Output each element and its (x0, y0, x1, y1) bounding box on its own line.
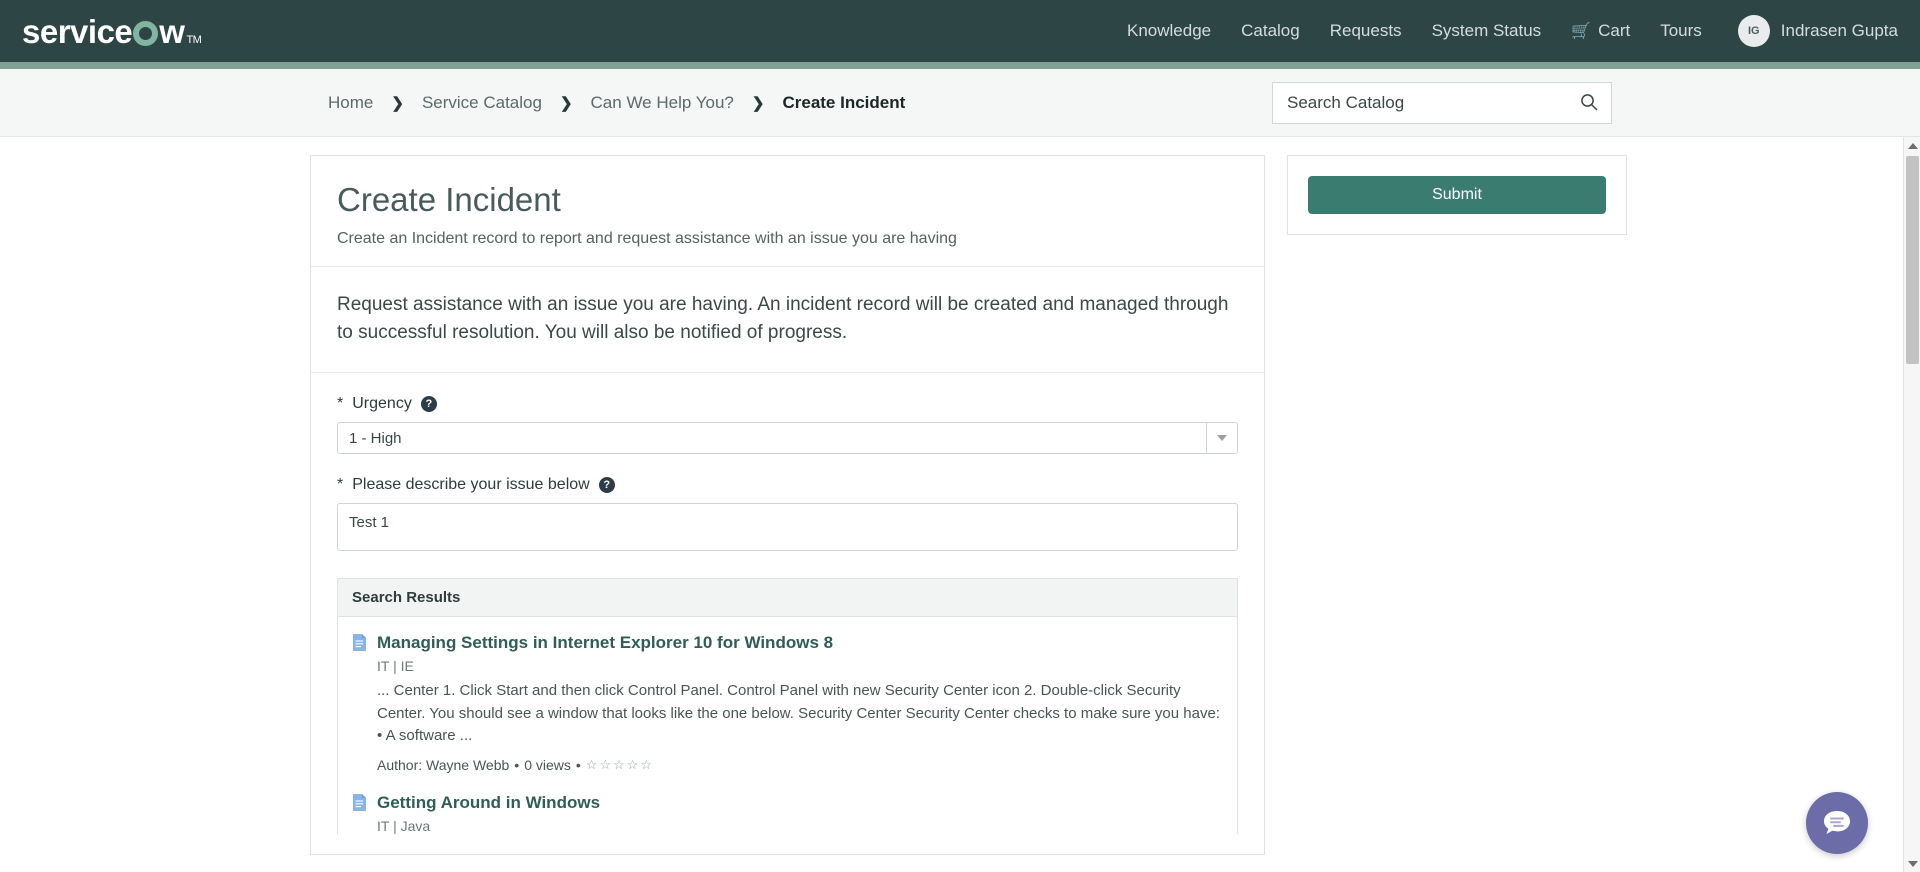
result-title-link[interactable]: Managing Settings in Internet Explorer 1… (377, 633, 833, 653)
main-column: Create Incident Create an Incident recor… (310, 155, 1265, 872)
nav-system-status[interactable]: System Status (1432, 21, 1542, 41)
breadcrumb: Home ❯ Service Catalog ❯ Can We Help You… (328, 93, 905, 113)
logo-text-after: w (159, 12, 185, 50)
nav-cart-label: Cart (1598, 21, 1631, 40)
chat-bubble-icon (1824, 811, 1850, 834)
required-marker: * (337, 476, 344, 494)
result-title-row[interactable]: Managing Settings in Internet Explorer 1… (352, 633, 1223, 653)
urgency-field: * Urgency ? 1 - High (337, 395, 1238, 455)
chevron-right-icon: ❯ (559, 94, 573, 112)
nav-catalog[interactable]: Catalog (1241, 21, 1300, 41)
avatar: IG (1737, 15, 1770, 47)
form-fields: * Urgency ? 1 - High * Please describe y… (311, 373, 1264, 556)
star-icon[interactable]: ☆ (613, 757, 625, 773)
logo-o-ring-icon (133, 20, 159, 46)
help-icon[interactable]: ? (420, 396, 437, 413)
breadcrumb-item-create-incident: Create Incident (782, 92, 906, 112)
nav-cart[interactable]: 🛒 Cart (1571, 21, 1630, 41)
issue-description-label: * Please describe your issue below ? (337, 476, 1238, 494)
search-results-header: Search Results (338, 579, 1237, 618)
breadcrumb-item-service-catalog[interactable]: Service Catalog (422, 93, 542, 113)
document-icon (353, 793, 366, 811)
breadcrumb-bar: Home ❯ Service Catalog ❯ Can We Help You… (0, 69, 1920, 137)
page-body: Create Incident Create an Incident recor… (0, 137, 1920, 872)
search-results-list: Managing Settings in Internet Explorer 1… (338, 617, 1237, 834)
logo-trademark: TM (186, 33, 202, 46)
help-icon[interactable]: ? (598, 477, 615, 494)
required-marker: * (337, 395, 344, 413)
urgency-label: * Urgency ? (337, 395, 1238, 413)
chevron-right-icon: ❯ (751, 94, 765, 112)
chevron-right-icon: ❯ (391, 94, 404, 112)
urgency-label-text: Urgency (352, 395, 412, 413)
nav-tours[interactable]: Tours (1660, 21, 1702, 41)
servicenow-logo[interactable]: service w TM (22, 12, 202, 50)
urgency-selected-value[interactable]: 1 - High (337, 422, 1206, 455)
scroll-up-button[interactable] (1904, 137, 1920, 154)
primary-nav: Knowledge Catalog Requests System Status… (1127, 15, 1898, 47)
issue-description-field: * Please describe your issue below ? (337, 476, 1238, 556)
scroll-down-button[interactable] (1904, 855, 1920, 872)
form-header: Create Incident Create an Incident recor… (311, 156, 1264, 268)
chevron-up-icon (1907, 142, 1918, 149)
search-results-panel: Search Results Managing Settings in Inte… (337, 578, 1238, 834)
list-item: Managing Settings in Internet Explorer 1… (352, 633, 1223, 773)
logo-text-before: service (22, 12, 133, 50)
result-title-link[interactable]: Getting Around in Windows (377, 793, 600, 813)
side-column: Submit (1287, 155, 1627, 872)
result-category: IT | IE (377, 658, 414, 675)
form-subtitle: Create an Incident record to report and … (337, 230, 957, 248)
user-menu[interactable]: IG Indrasen Gupta (1737, 15, 1898, 47)
scrollbar[interactable] (1903, 137, 1920, 872)
issue-description-input[interactable] (337, 503, 1238, 552)
result-author: Author: Wayne Webb (377, 756, 510, 773)
document-icon (353, 634, 366, 652)
catalog-search (1272, 81, 1612, 124)
breadcrumb-item-can-we-help-you[interactable]: Can We Help You? (591, 93, 734, 113)
urgency-dropdown-button[interactable] (1206, 422, 1238, 455)
result-category: IT | Java (377, 817, 431, 834)
result-rating-stars[interactable]: ☆ ☆ ☆ ☆ ☆ (586, 757, 652, 773)
issue-description-label-text: Please describe your issue below (352, 476, 590, 494)
meta-separator: • (514, 756, 520, 773)
form-description: Request assistance with an issue you are… (311, 267, 1264, 374)
star-icon[interactable]: ☆ (640, 757, 652, 773)
chevron-down-icon (1907, 860, 1918, 867)
star-icon[interactable]: ☆ (627, 757, 639, 773)
cart-icon: 🛒 (1571, 23, 1592, 40)
chat-button[interactable] (1806, 792, 1868, 854)
create-incident-form-card: Create Incident Create an Incident recor… (310, 155, 1265, 855)
breadcrumb-item-home[interactable]: Home (328, 93, 373, 113)
urgency-select[interactable]: 1 - High (337, 422, 1238, 455)
star-icon[interactable]: ☆ (586, 757, 598, 773)
user-name: Indrasen Gupta (1780, 21, 1898, 40)
meta-separator: • (575, 756, 581, 773)
scrollbar-thumb[interactable] (1906, 156, 1919, 364)
submit-card: Submit (1287, 155, 1627, 235)
result-title-row[interactable]: Getting Around in Windows (352, 793, 1223, 813)
result-views: 0 views (524, 756, 571, 773)
top-header: service w TM Knowledge Catalog Requests Sy… (0, 0, 1920, 62)
submit-button[interactable]: Submit (1308, 176, 1606, 214)
nav-knowledge[interactable]: Knowledge (1127, 21, 1211, 41)
chevron-down-icon (1217, 435, 1227, 442)
list-item: Getting Around in Windows IT | Java (352, 793, 1223, 834)
nav-requests[interactable]: Requests (1330, 21, 1402, 41)
result-meta: Author: Wayne Webb • 0 views • ☆ ☆ ☆ ☆ ☆ (377, 757, 1223, 773)
accent-stripe (0, 62, 1920, 69)
search-input[interactable] (1272, 81, 1612, 124)
star-icon[interactable]: ☆ (599, 757, 611, 773)
result-snippet: ... Center 1. Click Start and then click… (377, 682, 1220, 745)
page-title: Create Incident (337, 181, 561, 218)
